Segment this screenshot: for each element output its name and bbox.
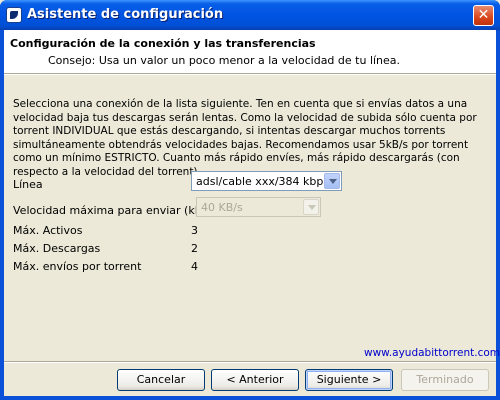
finish-button: Terminado bbox=[401, 369, 489, 391]
wizard-header: Configuración de la conexión y las trans… bbox=[4, 30, 496, 74]
max-upload-label: Velocidad máxima para enviar (kB/s) bbox=[13, 204, 216, 217]
title-bar[interactable]: Asistente de configuración ✕ bbox=[0, 0, 500, 30]
page-subtitle: Consejo: Usa un valor un poco menor a la… bbox=[48, 54, 401, 67]
max-downloads-value: 2 bbox=[191, 242, 198, 255]
max-downloads-label: Máx. Descargas bbox=[13, 242, 101, 255]
max-upload-select: 40 KB/s bbox=[196, 197, 321, 217]
max-active-value: 3 bbox=[191, 224, 198, 237]
close-button[interactable]: ✕ bbox=[473, 5, 494, 26]
window-border-right bbox=[496, 30, 500, 400]
close-icon: ✕ bbox=[477, 7, 490, 23]
line-label: Línea bbox=[13, 178, 43, 191]
chevron-down-icon bbox=[303, 199, 319, 215]
dialog-body: Configuración de la conexión y las trans… bbox=[4, 30, 500, 396]
window-border-bottom bbox=[0, 396, 500, 400]
website-link[interactable]: www.ayudabittorrent.com bbox=[364, 347, 500, 359]
wizard-window: Asistente de configuración ✕ Configuraci… bbox=[0, 0, 500, 400]
chevron-down-icon[interactable] bbox=[324, 173, 340, 189]
max-upload-value: 40 KB/s bbox=[201, 201, 243, 214]
next-button[interactable]: Siguiente > bbox=[305, 369, 393, 391]
app-icon bbox=[6, 7, 22, 23]
cancel-button[interactable]: Cancelar bbox=[117, 369, 205, 391]
footer-divider-highlight bbox=[4, 362, 496, 363]
max-uploads-label: Máx. envíos por torrent bbox=[13, 260, 142, 273]
header-divider bbox=[4, 74, 496, 75]
max-active-label: Máx. Activos bbox=[13, 224, 83, 237]
line-select[interactable]: adsl/cable xxx/384 kbps bbox=[191, 171, 342, 191]
page-title: Configuración de la conexión y las trans… bbox=[10, 37, 316, 50]
back-button[interactable]: < Anterior bbox=[211, 369, 299, 391]
line-select-value: adsl/cable xxx/384 kbps bbox=[196, 175, 330, 188]
description-text: Selecciona una conexión de la lista sigu… bbox=[13, 98, 477, 178]
max-uploads-value: 4 bbox=[191, 260, 198, 273]
window-title: Asistente de configuración bbox=[27, 7, 224, 22]
